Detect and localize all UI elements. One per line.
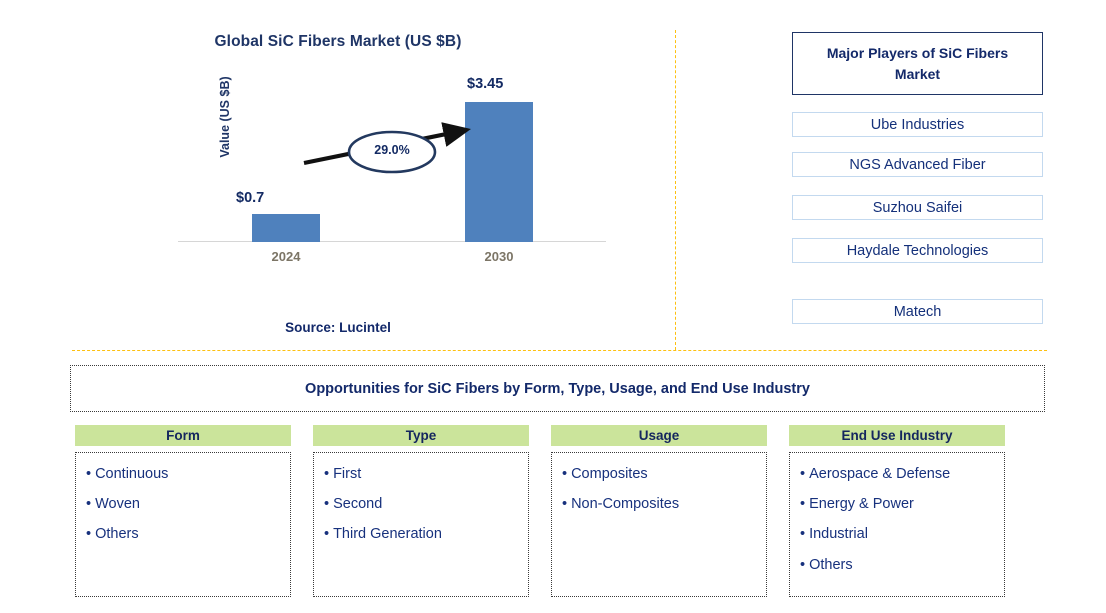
bullet-item: • Industrial (800, 527, 994, 542)
bullet-text: Others (95, 526, 139, 543)
opportunity-column: Usage • Composites • Non-Composites (551, 425, 767, 600)
player-name: NGS Advanced Fiber (849, 156, 986, 173)
bullet-dot-icon: • (324, 496, 330, 513)
major-players-list: Ube Industries NGS Advanced Fiber Suzhou S… (792, 112, 1043, 324)
player-name: Suzhou Saifei (872, 199, 963, 216)
column-body: • First • Second • Third Generation (313, 452, 529, 597)
player-box[interactable]: Haydale Technologies (792, 238, 1043, 263)
opportunity-column: Type • First • Second • Third Generation (313, 425, 529, 600)
bullet-text: Aerospace & Defense (809, 466, 951, 482)
column-body: • Aerospace & Defense • Energy & Power • Indu… (789, 452, 1005, 597)
bullet-dot-icon: • (324, 526, 330, 543)
bullet-item: • Others (86, 527, 280, 542)
column-header: End Use Industry (789, 425, 1005, 446)
column-header: Type (313, 425, 529, 446)
bullet-text: Continuous (95, 466, 169, 482)
bullet-dot-icon: • (324, 466, 330, 482)
bullet-text: First (333, 466, 362, 482)
bullet-dot-icon: • (562, 496, 568, 513)
bar-value-label-2024: $0.7 (236, 190, 265, 206)
bullet-item: • Composites (562, 466, 756, 482)
player-box[interactable]: NGS Advanced Fiber (792, 152, 1043, 177)
bullet-dot-icon: • (800, 526, 806, 543)
x-tick-label-2024: 2024 (271, 249, 301, 264)
opportunity-column: End Use Industry • Aerospace & Defense • Ene… (789, 425, 1005, 600)
bar-2024 (252, 214, 320, 242)
vertical-divider (675, 30, 676, 350)
bullet-item: • Others (800, 556, 994, 573)
bullet-item: • Non-Composites (562, 497, 756, 512)
player-box[interactable]: Suzhou Saifei (792, 195, 1043, 220)
player-box[interactable]: Ube Industries (792, 112, 1043, 137)
bullet-dot-icon: • (800, 556, 806, 573)
x-tick-label-2030: 2030 (484, 249, 514, 264)
chart-title: Global SiC Fibers Market (US $B) (214, 33, 462, 50)
bullet-item: • Aerospace & Defense (800, 466, 994, 482)
bullet-text: Woven (95, 496, 140, 513)
bullet-dot-icon: • (86, 466, 92, 482)
bullet-text: Second (333, 496, 383, 513)
infographic-canvas: Global SiC Fibers Market (US $B) Value (… (0, 0, 1106, 613)
bullet-item: • First (324, 466, 518, 482)
bullet-dot-icon: • (86, 526, 92, 543)
source-note: Source: Lucintel (285, 320, 391, 335)
major-players-panel: Major Players of SiC Fibers Market Ube I… (792, 32, 1043, 324)
bullet-item: • Woven (86, 497, 280, 512)
bullet-text: Composites (571, 466, 648, 482)
bullet-dot-icon: • (800, 466, 806, 482)
bar-value-label-2030: $3.45 (467, 76, 504, 92)
bullet-text: Third Generation (333, 526, 442, 543)
column-header: Form (75, 425, 291, 446)
bullet-dot-icon: • (86, 496, 92, 513)
column-body: • Continuous • Woven • Others (75, 452, 291, 597)
player-box[interactable]: Matech (792, 299, 1043, 324)
bullet-item: • Continuous (86, 466, 280, 482)
player-name: Ube Industries (870, 116, 965, 133)
bullet-text: Others (809, 556, 853, 573)
bullet-item: • Third Generation (324, 527, 518, 542)
player-name: Haydale Technologies (846, 242, 989, 259)
column-body: • Composites • Non-Composites (551, 452, 767, 597)
opportunity-columns: Form • Continuous • Woven • Others Type • First • S… (75, 425, 1040, 600)
bullet-text: Non-Composites (571, 496, 680, 513)
bullet-dot-icon: • (800, 496, 806, 513)
major-players-header: Major Players of SiC Fibers Market (792, 32, 1043, 95)
bullet-text: Industrial (809, 526, 868, 543)
player-name: Matech (893, 303, 942, 320)
column-header: Usage (551, 425, 767, 446)
cagr-value-label: 29.0% (374, 143, 410, 157)
bullet-dot-icon: • (562, 466, 568, 482)
opportunities-banner: Opportunities for SiC Fibers by Form, Ty… (70, 365, 1045, 412)
horizontal-divider (72, 350, 1047, 351)
bullet-item: • Energy & Power (800, 497, 994, 512)
bullet-text: Energy & Power (809, 496, 914, 513)
opportunity-column: Form • Continuous • Woven • Others (75, 425, 291, 600)
bullet-item: • Second (324, 497, 518, 512)
